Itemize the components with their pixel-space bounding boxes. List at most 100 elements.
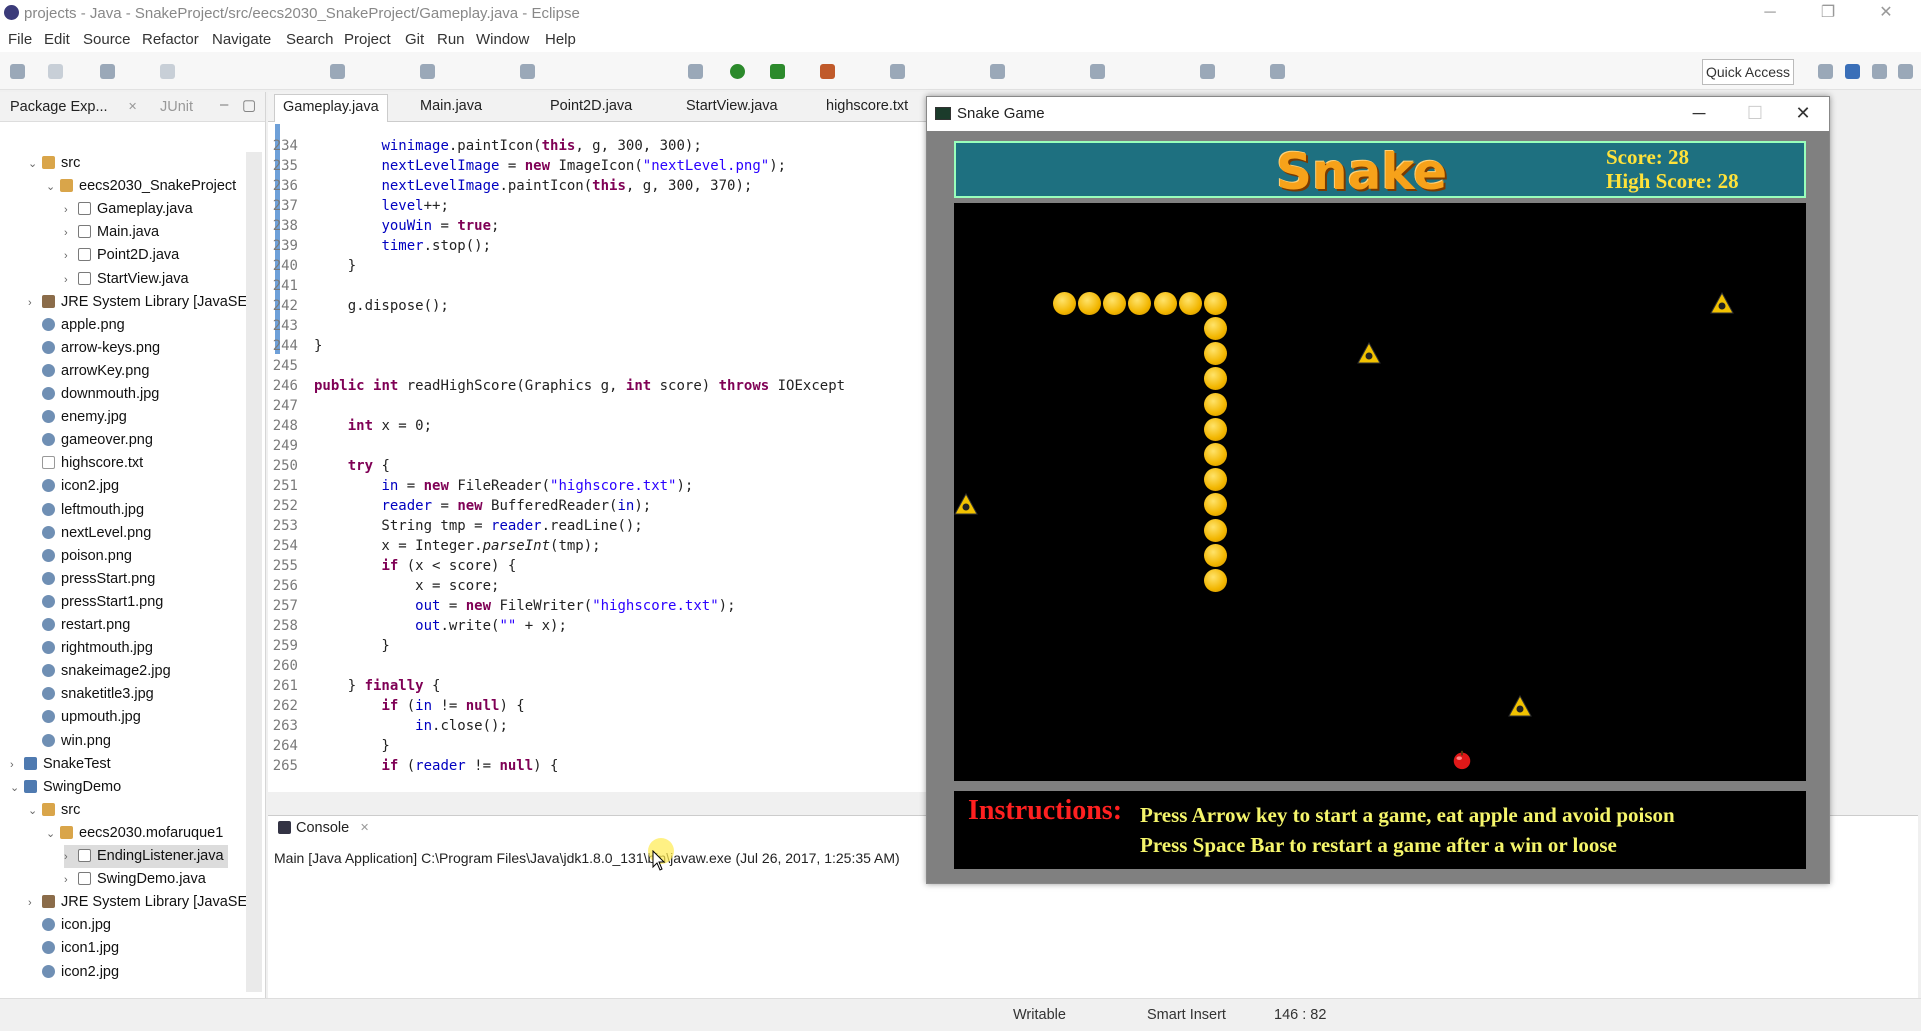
expand-arrow-icon[interactable]: ›	[64, 869, 78, 892]
tree-item[interactable]: snaketitle3.jpg	[28, 683, 154, 706]
tree-item[interactable]: › Main.java	[64, 221, 159, 244]
tree-item[interactable]: apple.png	[28, 314, 125, 337]
minimize-view-icon[interactable]: –	[220, 96, 228, 113]
tree-item[interactable]: › EndingListener.java	[64, 845, 228, 868]
minimize-button[interactable]: ─	[1746, 0, 1794, 28]
menu-search[interactable]: Search	[286, 31, 334, 48]
expand-arrow-icon[interactable]: ›	[28, 292, 42, 315]
git-perspective-icon[interactable]	[1898, 64, 1913, 79]
menu-file[interactable]: File	[8, 31, 32, 48]
expand-arrow-icon[interactable]: ⌄	[46, 176, 60, 199]
tree-item[interactable]: › Point2D.java	[64, 244, 179, 267]
snake-maximize-button[interactable]: ☐	[1737, 101, 1773, 127]
tree-item[interactable]: arrow-keys.png	[28, 337, 160, 360]
maximize-view-icon[interactable]: ▢	[242, 96, 256, 114]
tree-item[interactable]: icon.jpg	[28, 914, 111, 937]
tree-item[interactable]: › SwingDemo.java	[64, 868, 206, 891]
quick-access-field[interactable]: Quick Access	[1702, 59, 1794, 85]
menu-source[interactable]: Source	[83, 31, 131, 48]
close-button[interactable]: ✕	[1862, 0, 1910, 28]
tree-item[interactable]: arrowKey.png	[28, 360, 149, 383]
menu-help[interactable]: Help	[545, 31, 576, 48]
snake-window-titlebar[interactable]: Snake Game ─ ☐ ✕	[927, 97, 1829, 131]
maximize-button[interactable]: ❐	[1804, 0, 1852, 28]
expand-arrow-icon[interactable]: ⌄	[10, 777, 24, 800]
tree-item[interactable]: ⌄ eecs2030.mofaruque1	[46, 822, 223, 845]
tree-item[interactable]: icon2.jpg	[28, 961, 119, 984]
tree-item[interactable]: win.png	[28, 730, 111, 753]
new-icon[interactable]	[10, 64, 25, 79]
tree-item[interactable]: › JRE System Library [JavaSE	[28, 291, 247, 314]
debug-step-icon[interactable]	[160, 64, 175, 79]
annotation-icon[interactable]	[990, 64, 1005, 79]
forward-icon[interactable]	[1270, 64, 1285, 79]
expand-arrow-icon[interactable]: ›	[64, 199, 78, 222]
tree-item[interactable]: ⌄ eecs2030_SnakeProject	[46, 175, 236, 198]
expand-arrow-icon[interactable]: ⌄	[28, 800, 42, 823]
back-icon[interactable]	[1200, 64, 1215, 79]
tree-item[interactable]: pressStart1.png	[28, 591, 163, 614]
tree-item[interactable]: › JRE System Library [JavaSE	[28, 891, 247, 914]
menu-git[interactable]: Git	[405, 31, 424, 48]
tab-startview-java[interactable]: StartView.java	[686, 98, 778, 114]
next-annotation-icon[interactable]	[1090, 64, 1105, 79]
game-board[interactable]	[954, 203, 1806, 781]
toggle-breakpoint-icon[interactable]	[330, 64, 345, 79]
expand-arrow-icon[interactable]: ›	[10, 754, 24, 777]
tab-gameplay-java[interactable]: Gameplay.java	[274, 94, 388, 122]
expand-arrow-icon[interactable]: ›	[64, 269, 78, 292]
tree-item[interactable]: gameover.png	[28, 429, 153, 452]
debug-perspective-icon[interactable]	[1872, 64, 1887, 79]
expand-arrow-icon[interactable]: ⌄	[46, 823, 60, 846]
expand-arrow-icon[interactable]: ⌄	[28, 153, 42, 176]
junit-tab[interactable]: JUnit	[160, 99, 193, 115]
snake-game-window[interactable]: Snake Game ─ ☐ ✕ Snake Score: 28 High Sc…	[926, 96, 1830, 884]
tree-item[interactable]: poison.png	[28, 545, 132, 568]
menu-edit[interactable]: Edit	[44, 31, 70, 48]
menu-run[interactable]: Run	[437, 31, 465, 48]
print-icon[interactable]	[100, 64, 115, 79]
run-coverage-icon[interactable]	[770, 64, 785, 79]
search-icon[interactable]	[520, 64, 535, 79]
menu-project[interactable]: Project	[344, 31, 391, 48]
tree-item[interactable]: icon1.jpg	[28, 937, 119, 960]
tree-item[interactable]: highscore.txt	[28, 452, 143, 475]
tree-item[interactable]: › Gameplay.java	[64, 198, 193, 221]
menu-window[interactable]: Window	[476, 31, 529, 48]
tree-item[interactable]: snakeimage2.jpg	[28, 660, 171, 683]
tree-item[interactable]: pressStart.png	[28, 568, 155, 591]
run-icon[interactable]	[730, 64, 745, 79]
snake-close-button[interactable]: ✕	[1785, 101, 1821, 127]
tree-item[interactable]: › StartView.java	[64, 268, 189, 291]
tree-item[interactable]: downmouth.jpg	[28, 383, 159, 406]
tree-item[interactable]: nextLevel.png	[28, 522, 151, 545]
menu-refactor[interactable]: Refactor	[142, 31, 199, 48]
tree-item[interactable]: enemy.jpg	[28, 406, 127, 429]
tree-item[interactable]: ⌄ src	[28, 152, 80, 175]
expand-arrow-icon[interactable]: ›	[64, 245, 78, 268]
package-explorer-tab[interactable]: Package Exp...	[10, 99, 108, 115]
tree-scrollbar[interactable]	[246, 152, 262, 992]
save-icon[interactable]	[48, 64, 63, 79]
debug-icon[interactable]	[688, 64, 703, 79]
snake-minimize-button[interactable]: ─	[1681, 101, 1717, 127]
game-panel[interactable]: Snake Score: 28 High Score: 28 Instructi…	[927, 131, 1829, 883]
open-type-icon[interactable]	[890, 64, 905, 79]
menu-navigate[interactable]: Navigate	[212, 31, 271, 48]
close-console-icon[interactable]: ✕	[360, 821, 369, 834]
open-perspective-icon[interactable]	[1818, 64, 1833, 79]
tree-item[interactable]: leftmouth.jpg	[28, 499, 144, 522]
java-perspective-icon[interactable]	[1845, 64, 1860, 79]
tree-item[interactable]: ⌄ SwingDemo	[10, 776, 121, 799]
tree-item[interactable]: icon2.jpg	[28, 475, 119, 498]
tree-item[interactable]: ⌄ src	[28, 799, 80, 822]
tree-item[interactable]: upmouth.jpg	[28, 706, 141, 729]
expand-arrow-icon[interactable]: ›	[64, 222, 78, 245]
close-tab-icon[interactable]: ✕	[128, 100, 137, 113]
expand-arrow-icon[interactable]: ›	[64, 846, 78, 869]
tree-item[interactable]: rightmouth.jpg	[28, 637, 153, 660]
tab-point2d-java[interactable]: Point2D.java	[550, 98, 632, 114]
tree-item[interactable]: › SnakeTest	[10, 753, 111, 776]
navigate-icon[interactable]	[420, 64, 435, 79]
tree-item[interactable]: restart.png	[28, 614, 130, 637]
